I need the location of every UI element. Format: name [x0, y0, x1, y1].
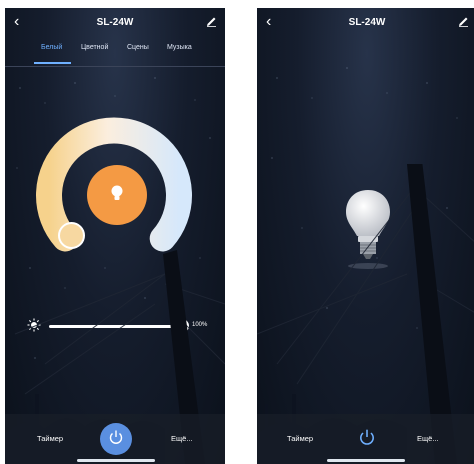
bottom-action-bar: Таймер Ещё... [257, 414, 474, 464]
power-button[interactable] [100, 423, 132, 455]
bottom-action-bar: Таймер Ещё... [5, 414, 225, 464]
timer-button[interactable]: Таймер [287, 434, 313, 443]
home-indicator [327, 459, 405, 462]
phone-screen-device-off: ‹ SL-24W Таймер Ещё... [257, 8, 474, 464]
home-indicator [77, 459, 155, 462]
power-icon [358, 428, 376, 451]
phone-screen-light-control: ‹ SL-24W Белый Цветной Сцены Музыка 100%… [5, 8, 225, 464]
bulb-icon [109, 184, 125, 207]
power-icon [108, 429, 124, 450]
color-temperature-ring[interactable] [5, 8, 225, 268]
more-button[interactable]: Ещё... [171, 434, 193, 443]
timer-button[interactable]: Таймер [37, 434, 63, 443]
top-bar: ‹ SL-24W [257, 8, 474, 38]
warm-light-toggle-button[interactable] [87, 165, 147, 225]
more-button[interactable]: Ещё... [417, 434, 439, 443]
device-title: SL-24W [348, 17, 386, 28]
power-button[interactable] [351, 423, 383, 455]
edit-icon[interactable] [458, 14, 469, 32]
